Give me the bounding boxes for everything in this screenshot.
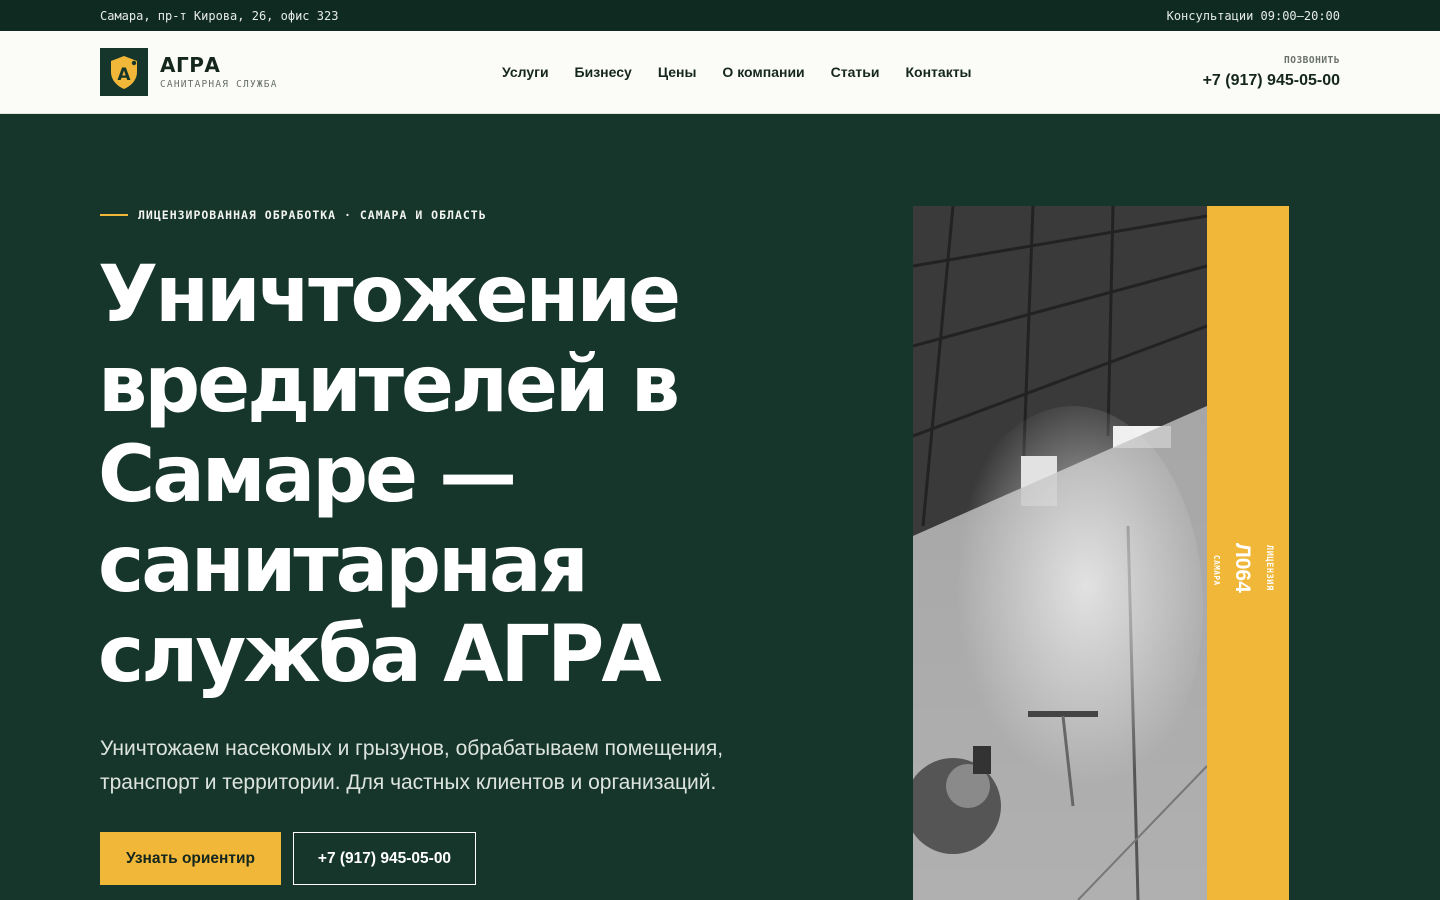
header-call: ПОЗВОНИТЬ +7 (917) 945-05-00 <box>1203 55 1340 90</box>
brand-name: АГРА <box>160 53 221 77</box>
hero-lead-line: Уничтожаем насекомых и грызунов, обрабат… <box>100 737 724 760</box>
hero-title-line: Самаре — <box>98 430 517 520</box>
hero-eyebrow: ЛИЦЕНЗИРОВАННАЯ ОБРАБОТКА · САМАРА И ОБЛ… <box>100 208 487 222</box>
consultation-hours: Консультации 09:00–20:00 <box>1166 8 1340 23</box>
hero-title-line: вредителей в <box>98 340 680 430</box>
hero-title-line: санитарная <box>98 520 589 610</box>
nav-item-services[interactable]: Услуги <box>502 64 549 80</box>
nav-item-articles[interactable]: Статьи <box>831 64 880 80</box>
site-header: A АГРА САНИТАРНАЯ СЛУЖБА Услуги Бизнесу … <box>0 31 1440 114</box>
nav-item-prices[interactable]: Цены <box>658 64 697 80</box>
hero-photo <box>913 206 1207 900</box>
hero-lead-line: транспорт и территории. Для частных клие… <box>100 771 717 794</box>
eyebrow-text: ЛИЦЕНЗИРОВАННАЯ ОБРАБОТКА · САМАРА И ОБЛ… <box>138 208 487 222</box>
nav-item-about[interactable]: О компании <box>722 64 804 80</box>
get-estimate-button[interactable]: Узнать ориентир <box>100 832 281 885</box>
license-city: САМАРА <box>1212 555 1221 586</box>
logo-letter: A <box>117 65 131 85</box>
nav-item-contacts[interactable]: Контакты <box>906 64 972 80</box>
eyebrow-line <box>100 214 128 216</box>
main-nav: Услуги Бизнесу Цены О компании Статьи Ко… <box>502 64 972 80</box>
license-number: Л064 <box>1231 543 1254 593</box>
brand-logo[interactable]: A АГРА САНИТАРНАЯ СЛУЖБА <box>100 48 502 96</box>
nav-item-business[interactable]: Бизнесу <box>575 64 632 80</box>
license-label: ЛИЦЕНЗИЯ <box>1264 545 1274 591</box>
office-address: Самара, пр-т Кирова, 26, офис 323 <box>100 8 339 23</box>
brand-subtitle: САНИТАРНАЯ СЛУЖБА <box>160 79 278 90</box>
top-info-bar: Самара, пр-т Кирова, 26, офис 323 Консул… <box>0 0 1440 31</box>
hero-title-line: служба АГРА <box>98 610 662 700</box>
hero-title: Уничтожение вредителей в Самаре — санита… <box>98 250 858 700</box>
call-phone-button[interactable]: +7 (917) 945-05-00 <box>293 832 476 885</box>
hero-title-line: Уничтожение <box>98 250 681 340</box>
shield-logo-icon: A <box>100 48 148 96</box>
hero-lead: Уничтожаем насекомых и грызунов, обрабат… <box>100 732 800 800</box>
header-phone-link[interactable]: +7 (917) 945-05-00 <box>1203 72 1340 90</box>
call-label: ПОЗВОНИТЬ <box>1284 54 1340 66</box>
